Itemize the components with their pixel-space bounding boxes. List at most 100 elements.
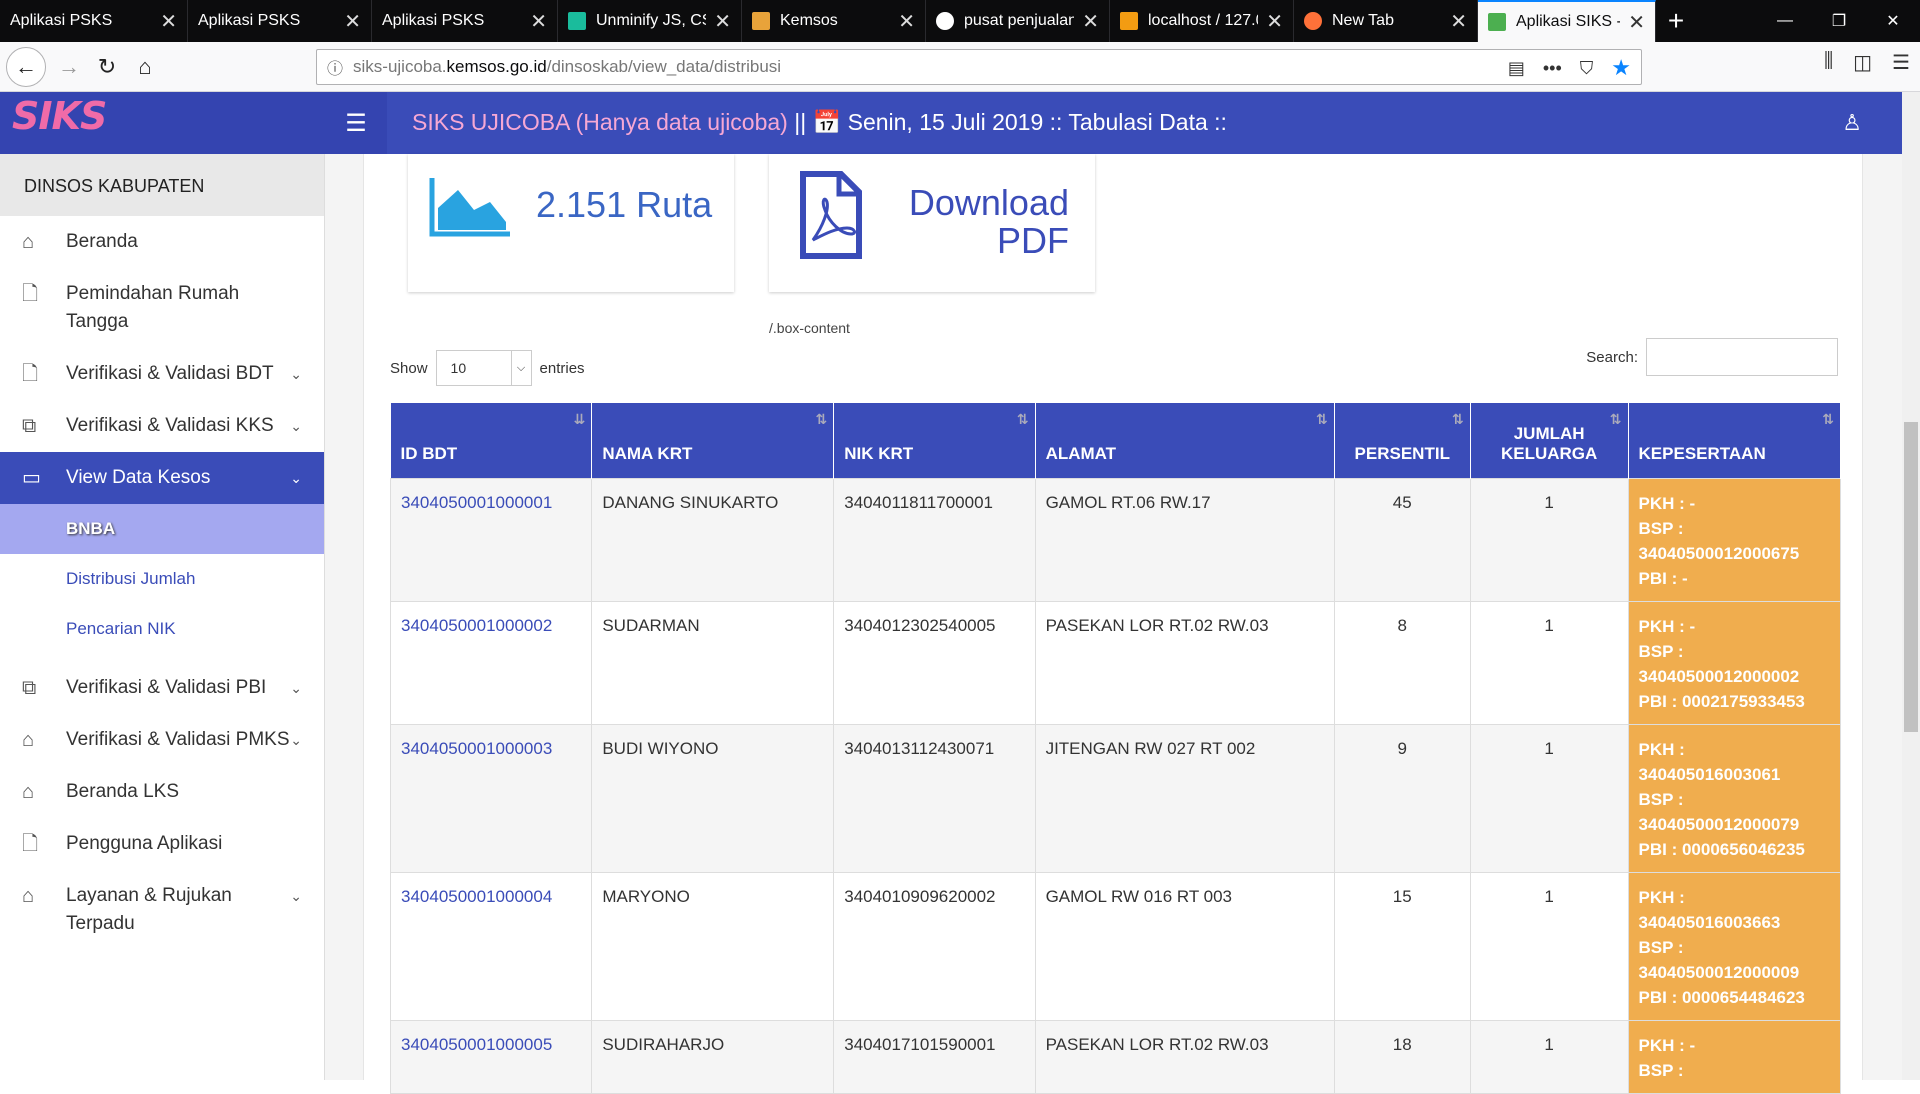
kepesertaan-line: PBI : -: [1638, 568, 1688, 588]
close-icon[interactable]: ✕: [898, 9, 915, 34]
home-icon: ⌂: [22, 781, 35, 803]
sidebar-subitem[interactable]: Pencarian NIK: [0, 604, 324, 654]
browser-tab[interactable]: Aplikasi PSKS ✕: [372, 0, 558, 42]
menu-icon[interactable]: ☰: [1892, 50, 1910, 75]
home-icon[interactable]: ⌂: [128, 50, 162, 84]
scrollbar-thumb[interactable]: [1904, 422, 1918, 732]
info-icon[interactable]: ⓘ: [317, 55, 353, 79]
copy-icon: ⧉: [22, 677, 37, 699]
download-line2: PDF: [997, 220, 1069, 261]
ruta-count: 2.151 Ruta: [536, 184, 713, 225]
logo-text: SIKS: [12, 94, 107, 138]
sidebar-item[interactable]: ⧉ Verifikasi & Validasi KKS ⌄: [0, 400, 324, 452]
close-icon[interactable]: ✕: [160, 9, 177, 34]
sort-icon[interactable]: ⇅: [1452, 411, 1464, 428]
cell-nik: 3404013112430071: [833, 723, 1036, 873]
sort-icon[interactable]: ⇅: [816, 411, 828, 428]
sort-icon[interactable]: ⇅: [1017, 411, 1029, 428]
sort-icon[interactable]: ⇅: [1822, 411, 1834, 428]
download-line1: Download: [908, 182, 1069, 223]
cell-nama: BUDI WIYONO: [591, 723, 835, 873]
download-pdf-label[interactable]: Download PDF: [909, 184, 1069, 260]
browser-tab[interactable]: pusat penjualan ✕: [926, 0, 1110, 42]
sidebar-item[interactable]: 🗋 Pemindahan Rumah Tangga: [0, 268, 324, 348]
sidebar-item[interactable]: ⌂ Beranda: [0, 216, 324, 268]
browser-tab[interactable]: Kemsos ✕: [742, 0, 926, 42]
entries-select[interactable]: 10 ⌵: [435, 350, 532, 386]
sidebar-subitem[interactable]: Distribusi Jumlah: [0, 554, 324, 604]
cell-nik: 3404017101590001: [833, 1019, 1036, 1094]
column-header[interactable]: JUMLAH KELUARGA ⇅: [1470, 403, 1629, 478]
close-icon[interactable]: ✕: [714, 9, 731, 34]
column-header-label: NIK KRT: [844, 443, 914, 463]
browser-tab[interactable]: localhost / 127.0 ✕: [1110, 0, 1294, 42]
table-row: 3404050001000003 BUDI WIYONO 3404013112430…: [389, 723, 1842, 873]
cell-persentil: 9: [1333, 723, 1471, 873]
hamburger-icon[interactable]: ☰: [325, 92, 387, 154]
tab-title: Aplikasi PSKS: [382, 12, 485, 29]
sort-icon[interactable]: ⇅: [1316, 411, 1328, 428]
pocket-icon[interactable]: ⛉: [1580, 58, 1594, 79]
cell-jumlah: 1: [1469, 600, 1629, 725]
close-icon[interactable]: ✕: [1082, 9, 1099, 34]
browser-tab[interactable]: Aplikasi PSKS ✕: [188, 0, 372, 42]
download-pdf-box[interactable]: Download PDF: [769, 154, 1095, 292]
cell-id[interactable]: 3404050001000002: [389, 600, 593, 725]
cell-jumlah: 1: [1469, 871, 1629, 1021]
close-window-icon[interactable]: ✕: [1866, 0, 1920, 42]
search-input[interactable]: [1646, 338, 1838, 376]
reload-icon[interactable]: ↻: [90, 50, 124, 84]
restore-icon[interactable]: ❐: [1812, 0, 1866, 42]
cell-id[interactable]: 3404050001000003: [389, 723, 593, 873]
column-header[interactable]: ALAMAT ⇅: [1035, 403, 1335, 478]
bookmark-star-icon[interactable]: ★: [1611, 55, 1631, 81]
cell-nik: 3404011811700001: [833, 477, 1036, 602]
back-icon[interactable]: ←: [6, 47, 46, 87]
browser-tab[interactable]: New Tab ✕: [1294, 0, 1478, 42]
sidebar-item[interactable]: ⧉ Verifikasi & Validasi PBI ⌄: [0, 662, 324, 714]
cell-kepesertaan: PKH : - BSP : 34040500012000675 PBI : -: [1627, 477, 1842, 602]
column-header[interactable]: NIK KRT ⇅: [833, 403, 1036, 478]
chevron-down-icon: ⌄: [290, 470, 302, 486]
content-panel: 2.151 Ruta Download PDF /.box-content Sh…: [363, 154, 1863, 1094]
close-icon[interactable]: ✕: [1266, 9, 1283, 34]
close-icon[interactable]: ✕: [1628, 10, 1645, 35]
column-header[interactable]: NAMA KRT ⇅: [591, 403, 835, 478]
browser-tab[interactable]: Aplikasi PSKS ✕: [0, 0, 188, 42]
sidebar-item[interactable]: ⌂ Verifikasi & Validasi PMKS ⌄: [0, 714, 324, 766]
sort-icon[interactable]: ⇊: [574, 411, 586, 428]
page-actions-icon[interactable]: •••: [1543, 58, 1562, 79]
sidebar-toggle-icon[interactable]: ◫: [1853, 50, 1872, 75]
monitor-icon: ▭: [22, 467, 41, 489]
new-tab-icon[interactable]: +: [1656, 0, 1696, 42]
url-bar[interactable]: ⓘ siks-ujicoba. kemsos.go.id/dinsoskab/vi…: [316, 49, 1642, 85]
cell-kepesertaan: PKH : 340405016003663 BSP : 340405000120000…: [1627, 871, 1842, 1021]
sidebar-item-label: Beranda: [66, 231, 138, 252]
sidebar-item[interactable]: ⌂ Layanan & Rujukan Terpadu ⌄: [0, 870, 324, 950]
column-header[interactable]: KEPESERTAAN ⇅: [1628, 403, 1842, 478]
sidebar-item[interactable]: ⌂ Beranda LKS: [0, 766, 324, 818]
forward-icon[interactable]: →: [52, 50, 86, 84]
reader-view-icon[interactable]: ▤: [1508, 58, 1525, 79]
column-header[interactable]: ID BDT ⇊: [390, 403, 593, 478]
sidebar-subitem[interactable]: BNBA: [0, 504, 324, 554]
logo[interactable]: SIKS: [0, 92, 325, 154]
browser-tab[interactable]: Aplikasi SIKS - N ✕: [1478, 0, 1656, 42]
sidebar-item[interactable]: 🗋 Pengguna Aplikasi: [0, 818, 324, 870]
column-header[interactable]: PERSENTIL ⇅: [1334, 403, 1471, 478]
close-icon[interactable]: ✕: [344, 9, 361, 34]
sidebar-item[interactable]: 🗋 Verifikasi & Validasi BDT ⌄: [0, 348, 324, 400]
cell-id[interactable]: 3404050001000005: [389, 1019, 593, 1094]
cell-id[interactable]: 3404050001000004: [389, 871, 593, 1021]
sidebar-item[interactable]: ▭ View Data Kesos ⌄: [0, 452, 324, 504]
header-title-rest: || 📅 Senin, 15 Juli 2019 :: Tabulasi Dat…: [787, 109, 1227, 135]
minimize-icon[interactable]: —: [1758, 0, 1812, 42]
close-icon[interactable]: ✕: [1450, 9, 1467, 34]
cell-id[interactable]: 3404050001000001: [389, 477, 593, 602]
user-icon[interactable]: ♙: [1842, 110, 1862, 136]
library-icon[interactable]: ⫼: [1824, 50, 1833, 75]
sort-icon[interactable]: ⇅: [1610, 411, 1622, 428]
close-icon[interactable]: ✕: [530, 9, 547, 34]
browser-tab[interactable]: Unminify JS, CSS ✕: [558, 0, 742, 42]
page-scrollbar[interactable]: [1902, 92, 1920, 1080]
